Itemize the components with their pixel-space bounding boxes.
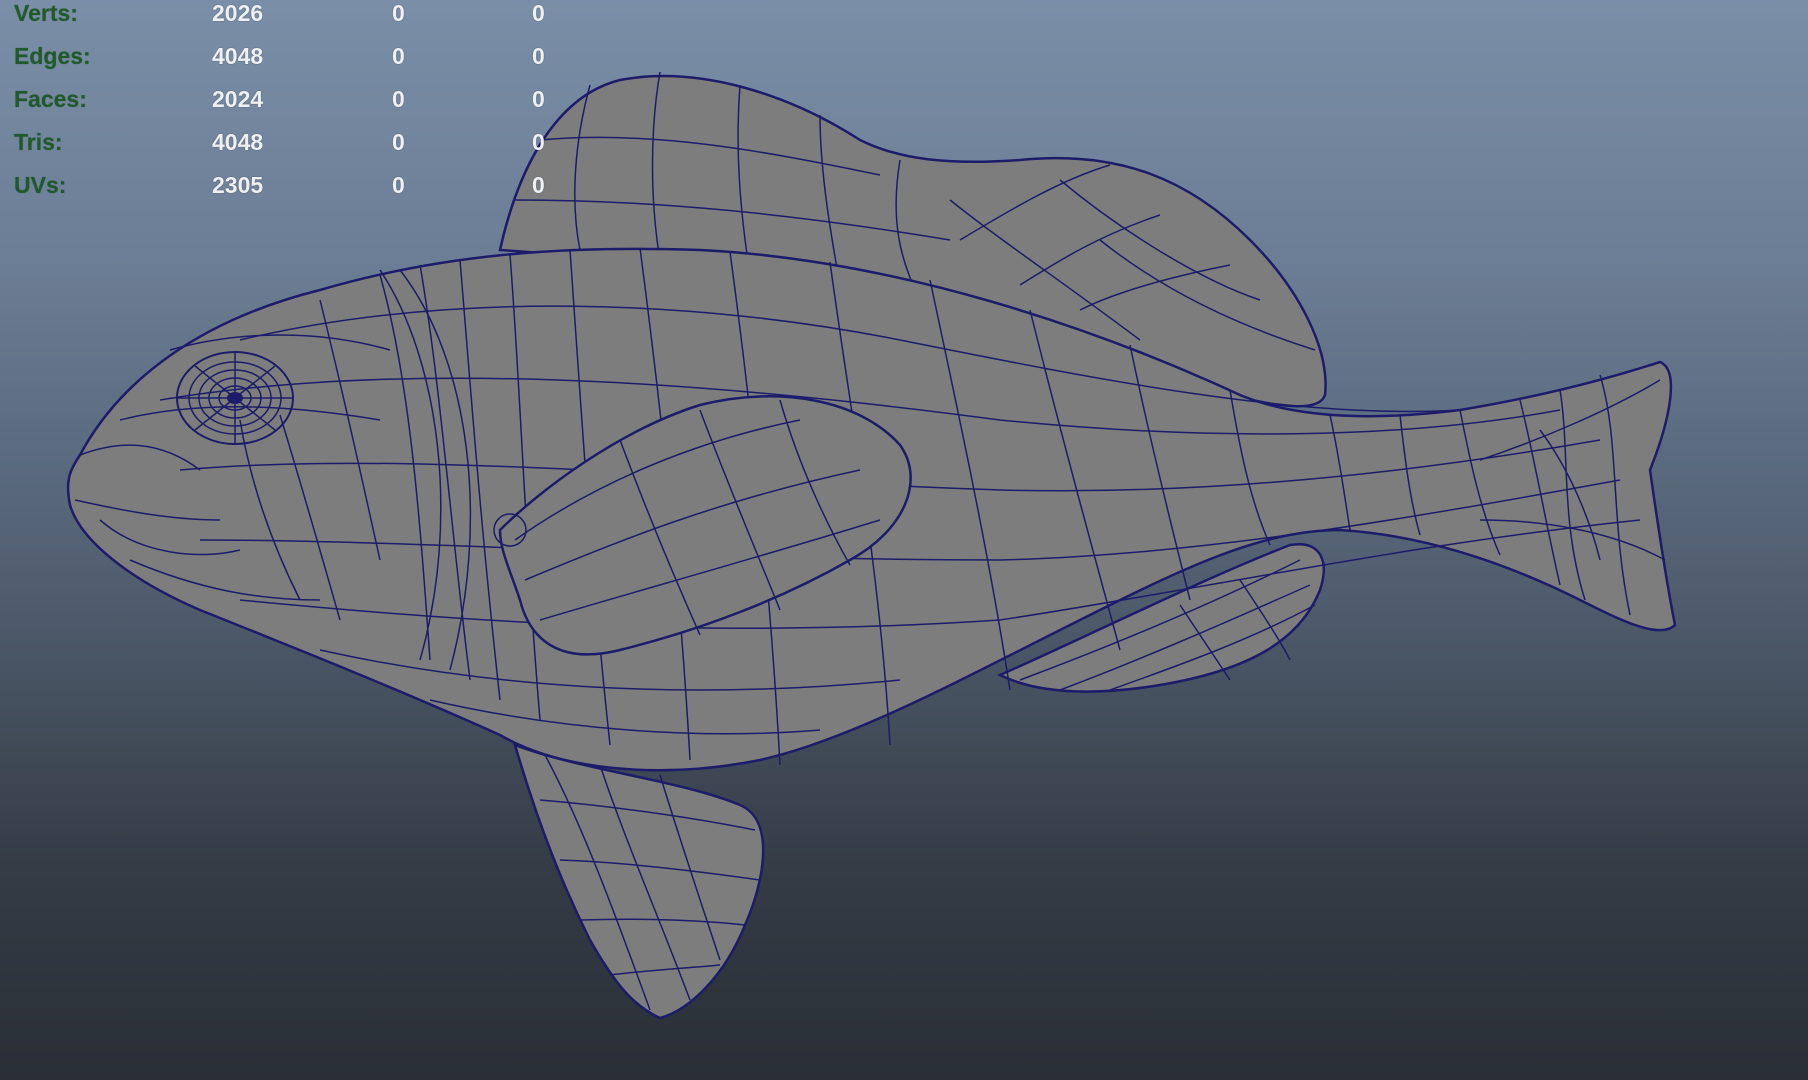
hud-value: 4048 xyxy=(212,43,264,69)
hud-label: Verts: xyxy=(14,0,78,26)
hud-value: 2305 xyxy=(212,172,264,198)
3d-viewport[interactable]: Verts: 2026 0 0 Edges: 4048 0 0 Faces: 2… xyxy=(0,0,1808,1080)
hud-value: 0 xyxy=(392,129,405,155)
hud-value: 0 xyxy=(532,0,545,26)
hud-value: 0 xyxy=(392,0,405,26)
hud-value: 0 xyxy=(532,86,545,112)
hud-value: 0 xyxy=(532,172,545,198)
hud-row-edges: Edges: 4048 0 0 xyxy=(14,43,574,86)
hud-label: Edges: xyxy=(14,43,91,69)
hud-row-tris: Tris: 4048 0 0 xyxy=(14,129,574,172)
fish-eye xyxy=(176,351,294,445)
hud-value: 0 xyxy=(532,129,545,155)
pelvic-fin xyxy=(513,742,765,1020)
hud-value: 0 xyxy=(532,43,545,69)
hud-label: UVs: xyxy=(14,172,67,198)
hud-value: 4048 xyxy=(212,129,264,155)
hud-row-verts: Verts: 2026 0 0 xyxy=(14,0,574,43)
hud-row-faces: Faces: 2024 0 0 xyxy=(14,86,574,129)
hud-row-uvs: UVs: 2305 0 0 xyxy=(14,172,574,215)
hud-label: Tris: xyxy=(14,129,63,155)
heads-up-display-poly-count: Verts: 2026 0 0 Edges: 4048 0 0 Faces: 2… xyxy=(14,0,574,215)
hud-value: 0 xyxy=(392,172,405,198)
hud-value: 0 xyxy=(392,86,405,112)
hud-value: 2026 xyxy=(212,0,264,26)
hud-label: Faces: xyxy=(14,86,87,112)
hud-value: 2024 xyxy=(212,86,264,112)
hud-value: 0 xyxy=(392,43,405,69)
